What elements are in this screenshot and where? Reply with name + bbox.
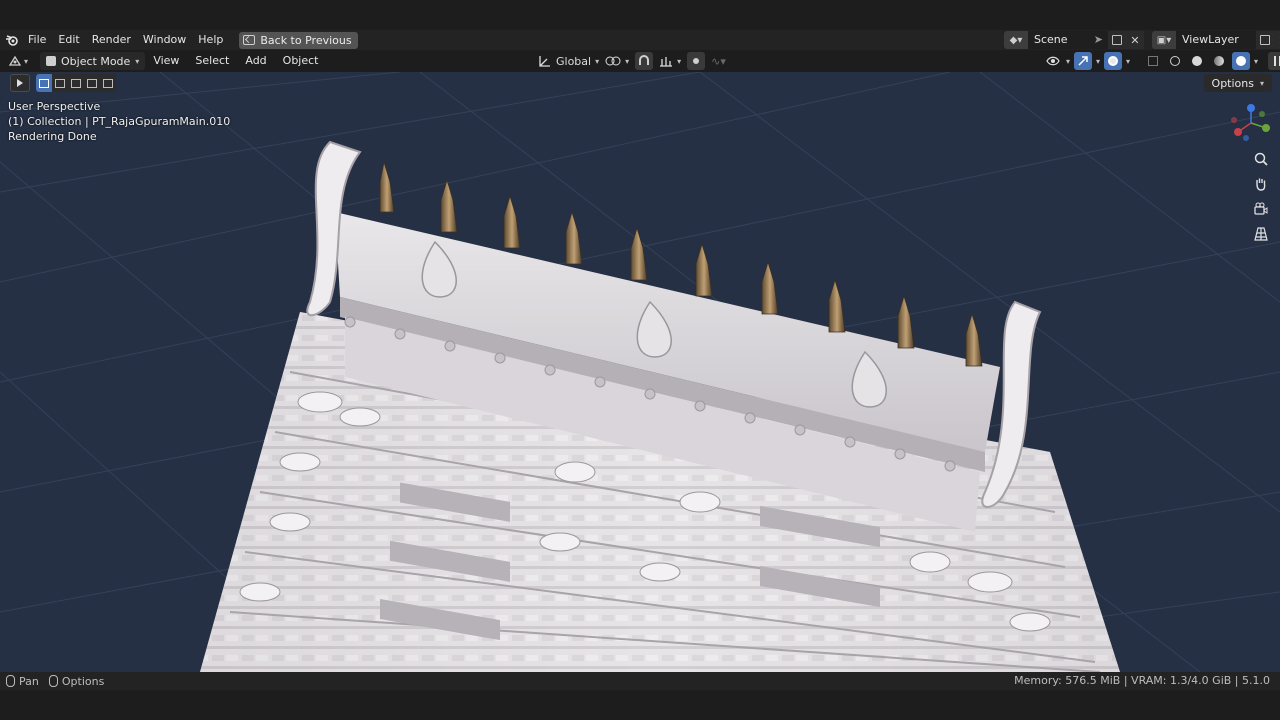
select-tool-icon[interactable] xyxy=(10,74,30,92)
transform-controls: Global ▾ ▾ ▾ ∿▾ xyxy=(538,52,726,70)
chevron-down-icon: ▾ xyxy=(1254,56,1259,66)
select-subtract-icon[interactable] xyxy=(68,74,84,92)
new-viewlayer-icon[interactable] xyxy=(1256,31,1274,49)
object-mode-icon xyxy=(46,56,56,66)
viewport-collection-label: (1) Collection | PT_RajaGpuramMain.010 xyxy=(8,115,231,128)
gizmo-toggle-icon[interactable] xyxy=(1074,52,1093,70)
overlays-toggle-icon[interactable] xyxy=(1104,52,1123,70)
options-dropdown[interactable]: Options ▾ xyxy=(1203,74,1272,92)
scene-selector: ◆▾ Scene ➤ ✕ xyxy=(1004,31,1144,49)
snap-target-icon xyxy=(660,57,673,67)
chevron-down-icon: ▾ xyxy=(1126,56,1131,66)
menu-object[interactable]: Object xyxy=(275,50,327,72)
menu-edit[interactable]: Edit xyxy=(52,30,85,50)
falloff-icon[interactable]: ∿▾ xyxy=(711,52,726,70)
scene-name-field[interactable]: Scene ➤ xyxy=(1028,31,1108,49)
camera-view-icon[interactable] xyxy=(1251,199,1271,219)
solid-shading-icon[interactable] xyxy=(1188,52,1206,70)
chevron-down-icon: ▾ xyxy=(1066,56,1071,66)
chevron-down-icon: ▾ xyxy=(1259,78,1264,88)
viewport-shading-controls: ▾ ▾ ▾ ▾ xyxy=(1044,51,1280,71)
proportional-edit-icon[interactable] xyxy=(687,52,706,70)
zoom-icon[interactable] xyxy=(1251,149,1271,169)
screen-letterbox-bottom xyxy=(0,690,1280,720)
snap-toggle-icon[interactable] xyxy=(635,52,654,70)
memory-stats: Memory: 576.5 MiB | VRAM: 1.3/4.0 GiB | … xyxy=(1014,674,1270,687)
pin-icon[interactable]: ➤ xyxy=(1094,31,1103,49)
chevron-down-icon: ▾ xyxy=(595,56,600,66)
scene-name: Scene xyxy=(1034,33,1068,46)
select-invert-icon[interactable] xyxy=(84,74,100,92)
perspective-grid-icon[interactable] xyxy=(1251,224,1271,244)
mouse-right-icon xyxy=(48,675,58,687)
mouse-middle-icon xyxy=(6,675,15,687)
pan-hint: Pan xyxy=(19,674,39,688)
menu-view[interactable]: View xyxy=(145,50,187,72)
delete-scene-icon[interactable]: ✕ xyxy=(1126,31,1144,49)
menu-select[interactable]: Select xyxy=(187,50,237,72)
menu-help[interactable]: Help xyxy=(192,30,229,50)
screen-letterbox-top xyxy=(0,0,1280,30)
back-to-previous-label: Back to Previous xyxy=(260,33,352,47)
chevron-down-icon: ▾ xyxy=(625,56,630,66)
navigation-gizmo[interactable] xyxy=(1226,102,1276,144)
back-to-previous-button[interactable]: Back to Previous xyxy=(239,31,358,49)
status-hints: Pan Options xyxy=(6,675,104,688)
editor-type-icon[interactable]: ▾ xyxy=(8,52,34,70)
visibility-eye-icon[interactable] xyxy=(1044,52,1062,70)
material-shading-icon[interactable] xyxy=(1210,52,1228,70)
menu-file[interactable]: File xyxy=(22,30,52,50)
new-scene-icon[interactable] xyxy=(1108,31,1126,49)
hand-pan-icon[interactable] xyxy=(1251,174,1271,194)
viewlayer-selector: ▣▾ ViewLayer ✕ xyxy=(1152,31,1280,49)
selection-mode-group xyxy=(36,74,116,92)
object-mode-select[interactable]: Object Mode ▾ xyxy=(40,52,146,70)
menu-window[interactable]: Window xyxy=(137,30,192,50)
tool-header xyxy=(0,72,1280,94)
viewport-render-status: Rendering Done xyxy=(8,130,97,143)
viewlayer-icon[interactable]: ▣▾ xyxy=(1152,31,1176,49)
scene-icon[interactable]: ◆▾ xyxy=(1004,31,1028,49)
temple-gopuram-model xyxy=(0,72,1280,672)
chevron-down-icon: ▾ xyxy=(677,56,682,66)
pivot-icon xyxy=(605,56,621,66)
status-bar: Pan Options Memory: 576.5 MiB | VRAM: 1.… xyxy=(0,672,1280,690)
wireframe-shading-icon[interactable] xyxy=(1166,52,1184,70)
delete-viewlayer-icon[interactable]: ✕ xyxy=(1274,31,1280,49)
select-intersect-icon[interactable] xyxy=(100,74,116,92)
options-hint: Options xyxy=(61,674,105,688)
snap-target-select[interactable]: ▾ xyxy=(659,52,681,70)
viewport-perspective-label: User Perspective xyxy=(8,100,101,113)
chevron-down-icon: ▾ xyxy=(135,56,140,66)
rendered-shading-icon[interactable] xyxy=(1232,52,1251,70)
object-mode-label: Object Mode xyxy=(61,54,131,68)
sidebar-toggle-icon[interactable] xyxy=(1268,52,1280,70)
select-extend-icon[interactable] xyxy=(52,74,68,92)
orientation-select[interactable]: Global ▾ xyxy=(538,52,599,70)
viewlayer-name[interactable]: ViewLayer xyxy=(1176,31,1256,49)
select-new-icon[interactable] xyxy=(36,74,52,92)
pivot-select[interactable]: ▾ xyxy=(605,52,629,70)
orientation-label: Global xyxy=(556,54,592,68)
blender-logo-icon[interactable] xyxy=(2,30,22,50)
chevron-down-icon: ▾ xyxy=(1096,56,1101,66)
3d-viewport[interactable] xyxy=(0,72,1280,672)
menu-add[interactable]: Add xyxy=(237,50,274,72)
options-label: Options xyxy=(1211,76,1254,90)
orientation-icon xyxy=(539,56,550,67)
xray-toggle-icon[interactable] xyxy=(1144,52,1162,70)
menu-render[interactable]: Render xyxy=(86,30,137,50)
back-icon xyxy=(243,35,256,45)
